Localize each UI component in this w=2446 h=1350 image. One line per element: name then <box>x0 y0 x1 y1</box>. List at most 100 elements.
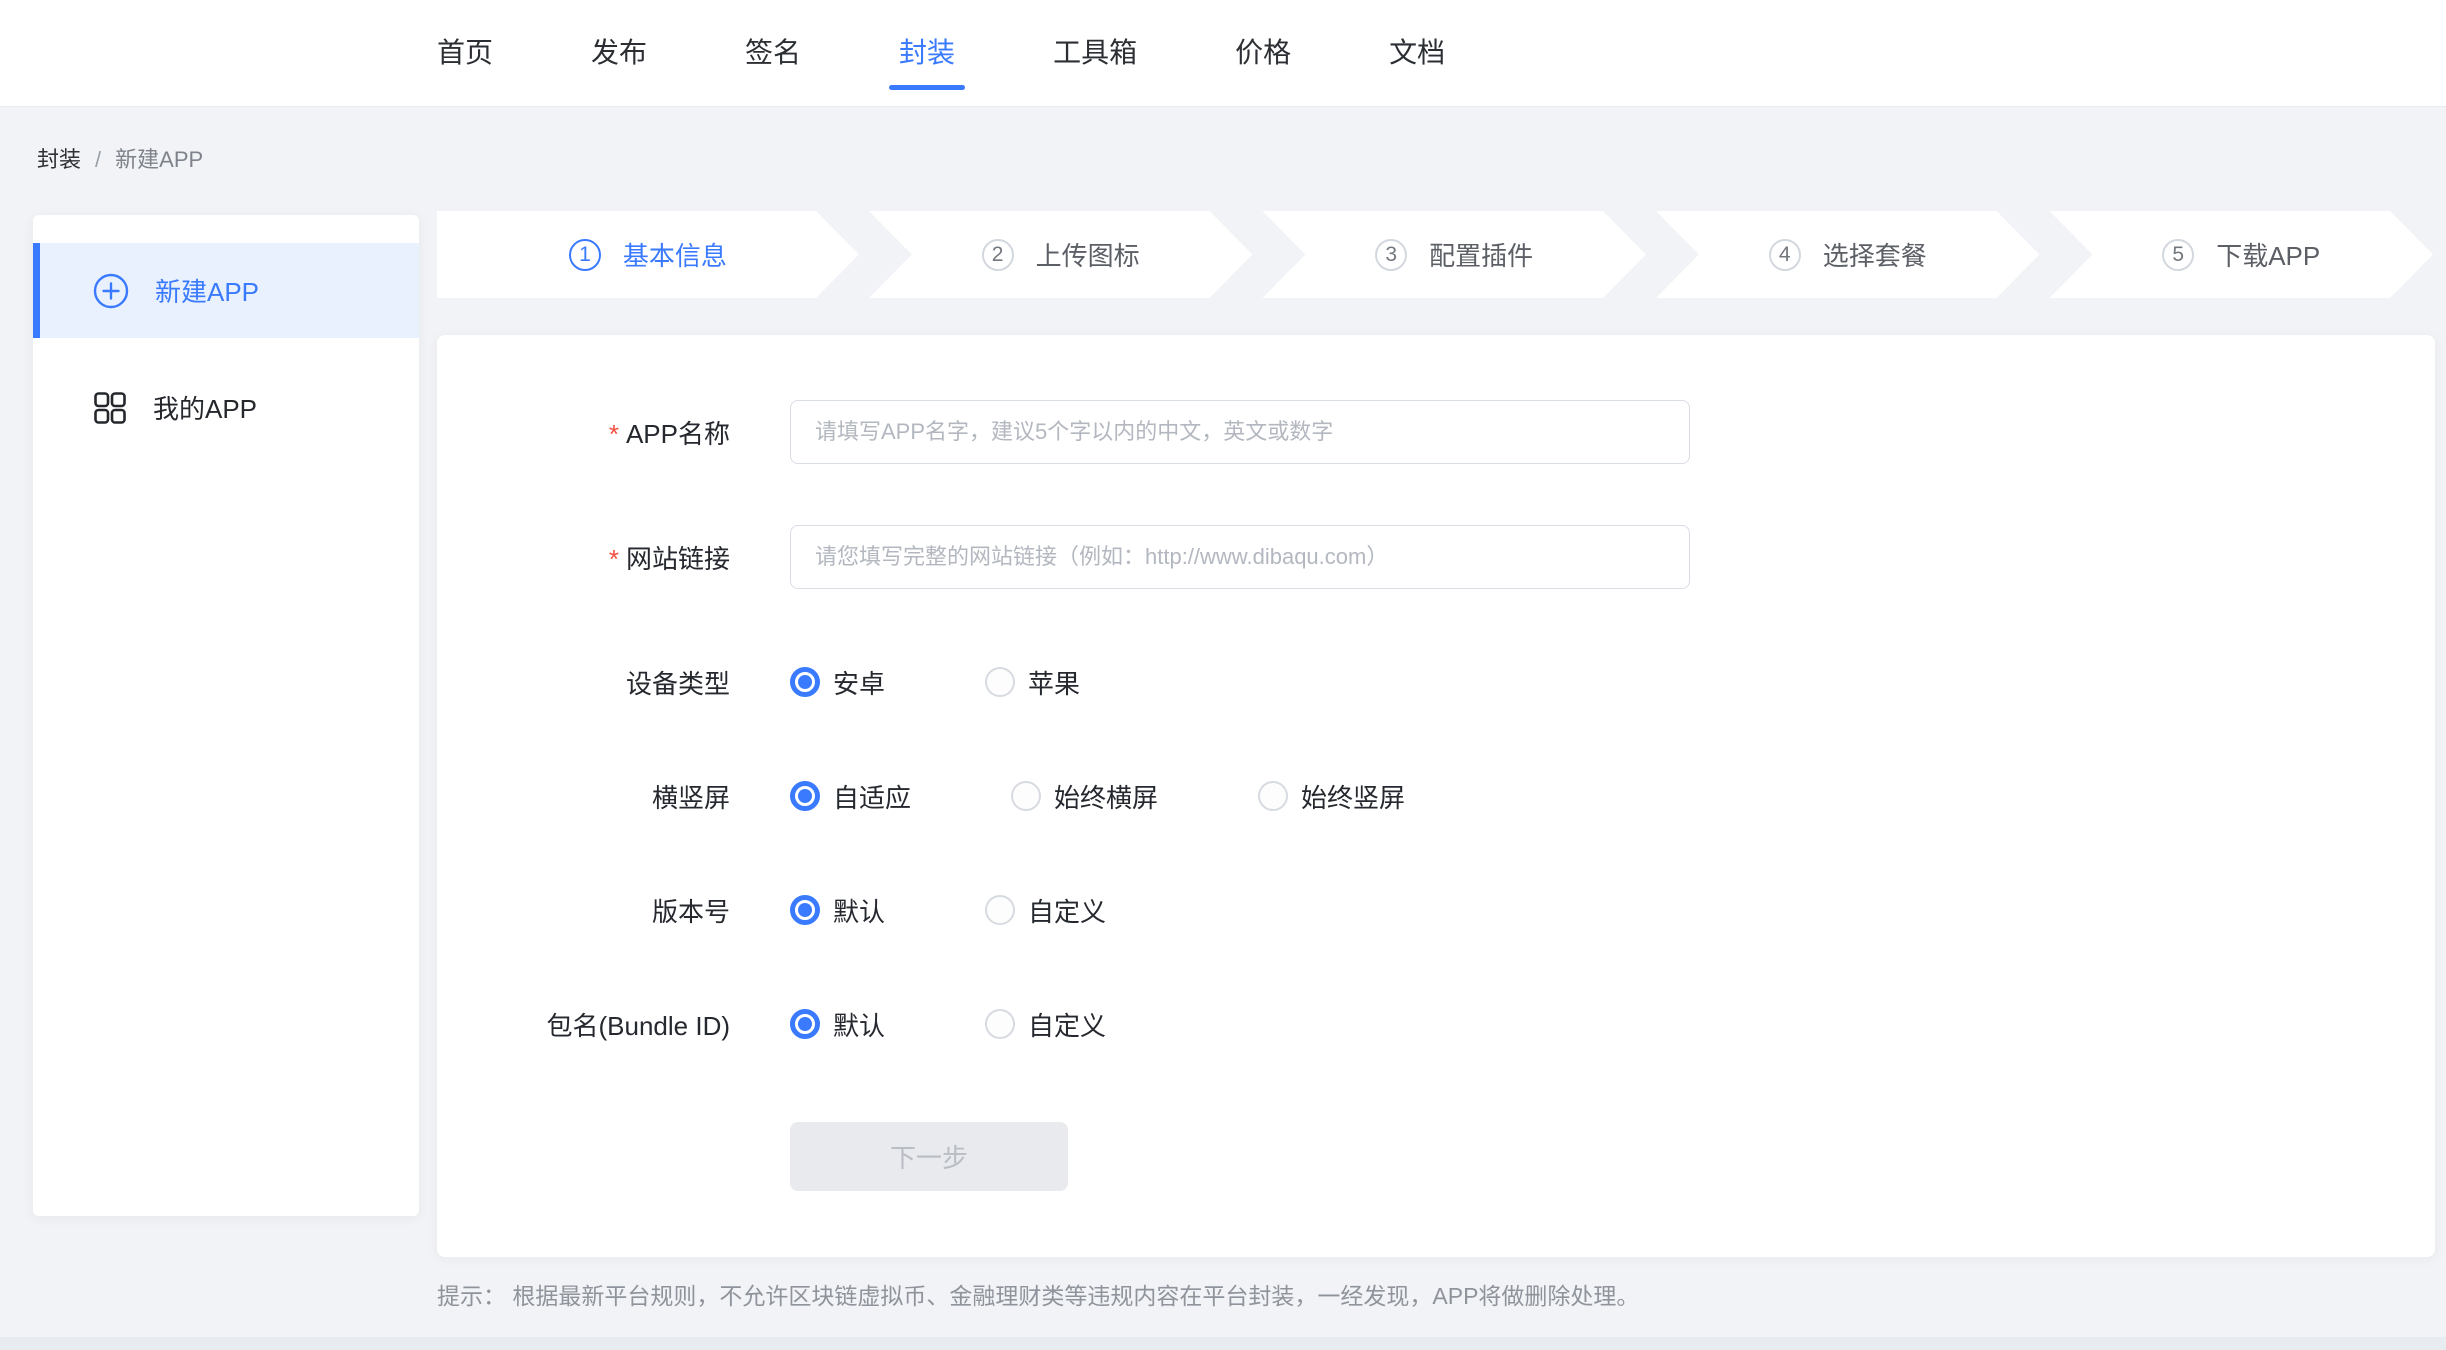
sidebar-item-my-app[interactable]: 我的APP <box>33 360 419 455</box>
step-configure-plugins: 3 配置插件 <box>1262 211 1646 298</box>
breadcrumb: 封装 / 新建APP <box>37 147 203 173</box>
step-number-badge: 1 <box>569 239 601 271</box>
radio-group: 自适应 始终横屏 始终竖屏 <box>790 778 1505 815</box>
breadcrumb-package-link[interactable]: 封装 <box>37 147 81 172</box>
plus-circle-icon <box>93 273 129 309</box>
grid-icon <box>93 391 127 425</box>
radio-version-default[interactable]: 默认 <box>790 892 885 929</box>
step-upload-icon: 2 上传图标 <box>869 211 1253 298</box>
next-step-button[interactable]: 下一步 <box>790 1122 1068 1191</box>
nav-tabs: 首页 发布 签名 封装 工具箱 价格 <box>0 0 2446 106</box>
radio-device-ios[interactable]: 苹果 <box>985 664 1080 701</box>
nav-tab-label: 价格 <box>1235 37 1291 68</box>
nav-tab-label: 工具箱 <box>1053 37 1137 68</box>
field-label-text: APP名称 <box>626 419 730 449</box>
nav-tab-label: 首页 <box>437 37 493 68</box>
active-tab-underline <box>889 85 965 90</box>
nav-tab-label: 发布 <box>591 37 647 68</box>
required-asterisk: * <box>609 419 619 449</box>
radio-option-label: 默认 <box>833 892 885 929</box>
nav-tab-toolbox[interactable]: 工具箱 <box>1053 33 1137 73</box>
form-card: *APP名称 *网站链接 设备类型 安卓 <box>437 335 2435 1257</box>
radio-option-label: 自定义 <box>1028 892 1106 929</box>
radio-dot <box>985 895 1015 925</box>
field-label: *网站链接 <box>437 539 790 576</box>
radio-dot <box>790 781 820 811</box>
radio-version-custom[interactable]: 自定义 <box>985 892 1106 929</box>
radio-group: 默认 自定义 <box>790 892 1206 929</box>
form-row: 设备类型 安卓 苹果 <box>437 650 2435 714</box>
required-asterisk: * <box>609 544 619 574</box>
radio-orientation-landscape[interactable]: 始终横屏 <box>1011 778 1158 815</box>
field-label: *APP名称 <box>437 414 790 451</box>
sidebar-item-label: 我的APP <box>153 389 257 426</box>
form-row: 版本号 默认 自定义 <box>437 878 2435 942</box>
nav-tab-label: 文档 <box>1389 37 1445 68</box>
field-label-text: 包名(Bundle ID) <box>547 1011 731 1041</box>
website-url-input[interactable] <box>790 525 1690 589</box>
nav-tab-docs[interactable]: 文档 <box>1389 33 1445 73</box>
radio-orientation-auto[interactable]: 自适应 <box>790 778 911 815</box>
step-number-badge: 2 <box>982 239 1014 271</box>
nav-tab-package[interactable]: 封装 <box>899 33 955 73</box>
field-label-text: 网站链接 <box>626 544 730 574</box>
app-name-input[interactable] <box>790 400 1690 464</box>
radio-dot <box>790 895 820 925</box>
field-label: 横竖屏 <box>437 778 790 815</box>
radio-option-label: 自适应 <box>833 778 911 815</box>
form-row: *网站链接 <box>437 525 2435 589</box>
step-select-plan: 4 选择套餐 <box>1656 211 2040 298</box>
radio-option-label: 始终竖屏 <box>1301 778 1405 815</box>
radio-dot <box>985 1009 1015 1039</box>
step-number-badge: 4 <box>1769 239 1801 271</box>
step-number-badge: 5 <box>2162 239 2194 271</box>
radio-dot <box>1011 781 1041 811</box>
radio-rows: 设备类型 安卓 苹果 横 <box>437 650 2435 1056</box>
radio-dot <box>790 667 820 697</box>
field-label-text: 设备类型 <box>626 669 730 699</box>
radio-group: 默认 自定义 <box>790 1006 1206 1043</box>
sidebar-item-new-app[interactable]: 新建APP <box>33 243 419 338</box>
form-row: 横竖屏 自适应 始终横屏 <box>437 764 2435 828</box>
radio-orientation-portrait[interactable]: 始终竖屏 <box>1258 778 1405 815</box>
radio-option-label: 始终横屏 <box>1054 778 1158 815</box>
footer-tip-text: 提示： 根据最新平台规则，不允许区块链虚拟币、金融理财类等违规内容在平台封装，一… <box>437 1281 1639 1311</box>
nav-tab-label: 封装 <box>899 37 955 68</box>
input-rows: *APP名称 *网站链接 <box>437 400 2435 589</box>
step-label: 上传图标 <box>1036 236 1140 273</box>
field-label: 包名(Bundle ID) <box>437 1006 790 1043</box>
steps-bar: 1 基本信息 2 上传图标 3 配置插件 4 选择套餐 5 下载APP <box>437 211 2433 298</box>
field-label-text: 横竖屏 <box>652 783 730 813</box>
sidebar: 新建APP 我的APP <box>33 215 419 1216</box>
radio-bundle-id-custom[interactable]: 自定义 <box>985 1006 1106 1043</box>
step-label: 配置插件 <box>1429 236 1533 273</box>
field-label: 版本号 <box>437 892 790 929</box>
nav-tab-pricing[interactable]: 价格 <box>1235 33 1291 73</box>
step-label: 下载APP <box>2216 236 2320 273</box>
step-number-badge: 3 <box>1375 239 1407 271</box>
step-label: 基本信息 <box>623 236 727 273</box>
nav-tab-label: 签名 <box>745 37 801 68</box>
nav-tab-home[interactable]: 首页 <box>437 33 493 73</box>
field-label: 设备类型 <box>437 664 790 701</box>
bottom-footer-strip <box>0 1337 2446 1350</box>
radio-group: 安卓 苹果 <box>790 664 1180 701</box>
form-row: *APP名称 <box>437 400 2435 464</box>
radio-option-label: 默认 <box>833 1006 885 1043</box>
radio-bundle-id-default[interactable]: 默认 <box>790 1006 885 1043</box>
radio-dot <box>985 667 1015 697</box>
radio-option-label: 安卓 <box>833 664 885 701</box>
field-label-text: 版本号 <box>652 897 730 927</box>
breadcrumb-separator: / <box>95 147 101 172</box>
nav-tab-signature[interactable]: 签名 <box>745 33 801 73</box>
radio-dot <box>1258 781 1288 811</box>
radio-option-label: 自定义 <box>1028 1006 1106 1043</box>
breadcrumb-current-page: 新建APP <box>115 147 203 172</box>
sidebar-item-label: 新建APP <box>155 272 259 309</box>
step-basic-info: 1 基本信息 <box>437 211 859 298</box>
radio-device-android[interactable]: 安卓 <box>790 664 885 701</box>
nav-tab-publish[interactable]: 发布 <box>591 33 647 73</box>
step-download-app: 5 下载APP <box>2049 211 2433 298</box>
radio-option-label: 苹果 <box>1028 664 1080 701</box>
step-label: 选择套餐 <box>1823 236 1927 273</box>
